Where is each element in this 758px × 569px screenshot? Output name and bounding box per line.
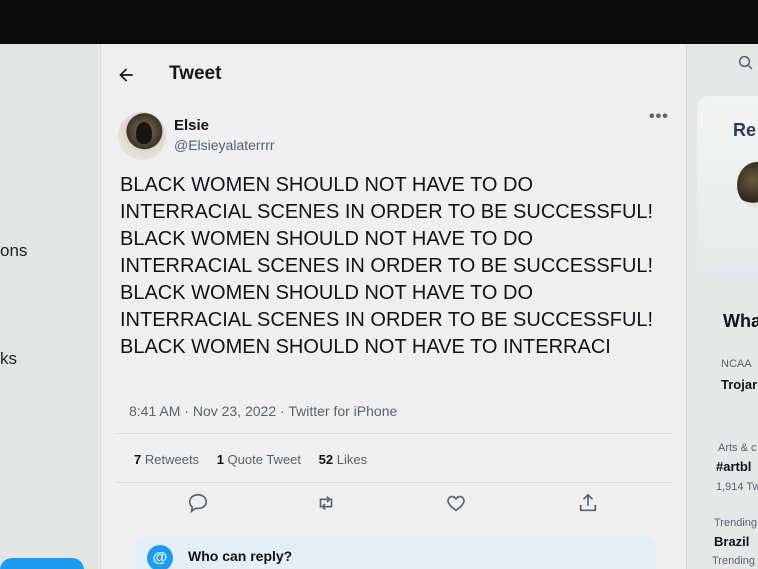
trend-name[interactable]: Trojar xyxy=(721,377,757,392)
quotes-label: Quote Tweet xyxy=(227,452,302,467)
avatar[interactable] xyxy=(118,112,166,160)
likes-label: Likes xyxy=(336,452,368,467)
back-arrow-icon[interactable] xyxy=(116,65,136,85)
retweets-label: Retweets xyxy=(144,452,200,467)
at-icon: @ xyxy=(147,545,173,569)
tweet-meta: 8:41 AM · Nov 23, 2022 · Twitter for iPh… xyxy=(129,403,397,419)
left-nav: ons ks xyxy=(0,44,98,569)
author-name[interactable]: Elsie xyxy=(174,117,209,134)
quotes-stat[interactable]: 1 Quote Tweet xyxy=(217,452,301,467)
retweet-icon[interactable] xyxy=(315,492,337,514)
trend-name[interactable]: Brazil xyxy=(714,534,749,549)
retweets-count: 7 xyxy=(134,452,142,467)
who-can-reply-label: Who can reply? xyxy=(188,548,293,564)
divider xyxy=(116,433,671,434)
tweet-button[interactable] xyxy=(0,558,84,569)
trend-category: Trending xyxy=(714,517,758,529)
right-sidebar: Re Wha NCAA Trojar Arts & c #artbl 1,914… xyxy=(687,44,758,569)
meta-separator: · xyxy=(184,403,193,419)
trend-name[interactable]: #artbl xyxy=(716,459,751,474)
search-icon[interactable] xyxy=(737,54,755,72)
tweet-text: BLACK WOMEN SHOULD NOT HAVE TO DO INTERR… xyxy=(120,174,654,358)
who-can-reply-banner[interactable]: @ Who can reply? xyxy=(135,537,655,569)
quotes-count: 1 xyxy=(216,452,224,467)
author-handle[interactable]: @Elsieyalaterrrr xyxy=(174,137,275,153)
share-icon[interactable] xyxy=(577,492,599,514)
trend-category: Arts & c xyxy=(718,442,757,454)
trend-count: Trending xyxy=(712,555,756,567)
like-icon[interactable] xyxy=(445,492,467,514)
nav-item-bookmarks[interactable]: ks xyxy=(0,349,17,369)
tweet-source[interactable]: Twitter for iPhone xyxy=(288,403,397,419)
page-title: Tweet xyxy=(169,63,222,84)
tweet-date[interactable]: Nov 23, 2022 xyxy=(193,403,276,419)
browser-screen: ons ks Tweet Elsie @Elsieyalaterrrr ••• … xyxy=(0,44,758,569)
more-icon[interactable]: ••• xyxy=(649,108,669,126)
trend-category: NCAA xyxy=(721,358,752,370)
nav-item-lists[interactable]: ons xyxy=(0,241,27,261)
trend-count: 1,914 Tw xyxy=(716,481,758,493)
main-column: Tweet Elsie @Elsieyalaterrrr ••• BLACK W… xyxy=(100,44,687,569)
likes-count: 52 xyxy=(318,452,334,467)
divider xyxy=(116,482,671,483)
relevant-people-heading: Re xyxy=(733,120,757,140)
whats-happening-heading: Wha xyxy=(723,311,758,331)
tweet-time[interactable]: 8:41 AM xyxy=(129,403,180,419)
retweets-stat[interactable]: 7 Retweets xyxy=(134,452,199,467)
reply-icon[interactable] xyxy=(187,492,209,514)
likes-stat[interactable]: 52 Likes xyxy=(319,452,367,467)
page-header: Tweet xyxy=(101,44,686,104)
tweet-stats: 7 Retweets 1 Quote Tweet 52 Likes xyxy=(134,452,381,467)
